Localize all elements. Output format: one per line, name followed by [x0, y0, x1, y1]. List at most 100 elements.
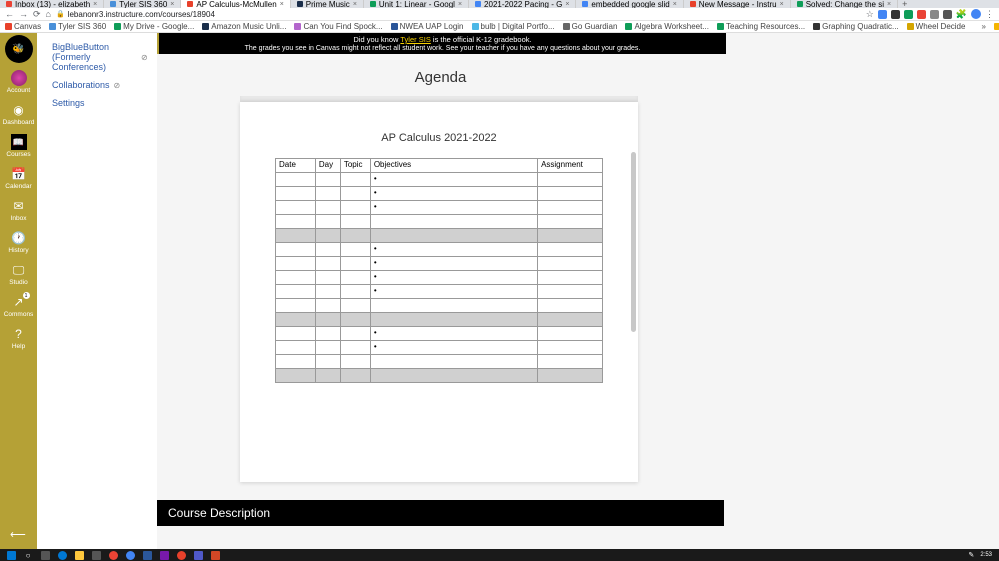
- ext-icon[interactable]: [904, 10, 913, 19]
- header-assignment: Assignment: [538, 159, 603, 173]
- nav-inbox[interactable]: ✉ Inbox: [0, 194, 37, 226]
- nav-calendar[interactable]: 📅 Calendar: [0, 162, 37, 194]
- close-icon[interactable]: ×: [280, 1, 284, 8]
- tyler-sis-link[interactable]: Tyler SIS: [400, 35, 430, 44]
- tab-prime[interactable]: Prime Music×: [291, 0, 364, 8]
- url-text: lebanonr3.instructure.com/courses/18904: [68, 10, 215, 19]
- bookmarks-overflow[interactable]: »: [981, 22, 985, 31]
- profile-avatar[interactable]: [971, 9, 981, 19]
- nav-settings[interactable]: Settings: [52, 94, 157, 112]
- bookmark-drive[interactable]: My Drive - Google...: [114, 22, 194, 31]
- store-icon[interactable]: [88, 550, 104, 560]
- algebra-icon: [625, 23, 632, 30]
- nav-courses[interactable]: 📖 Courses: [0, 130, 37, 162]
- taskview-button[interactable]: [37, 550, 53, 560]
- banner-line2: The grades you see in Canvas might not r…: [159, 45, 726, 52]
- bookmark-spock[interactable]: Can You Find Spock...: [294, 22, 382, 31]
- powerpoint-icon[interactable]: [207, 550, 223, 560]
- nav-bigbluebutton[interactable]: BigBlueButton (Formerly Conferences) ⊘: [52, 38, 157, 76]
- content-area: Did you know Tyler SIS is the official K…: [157, 33, 999, 549]
- bookmark-algebra[interactable]: Algebra Worksheet...: [625, 22, 709, 31]
- table-row: •: [276, 257, 603, 271]
- course-nav: BigBlueButton (Formerly Conferences) ⊘ C…: [37, 33, 157, 549]
- bookmark-amazon[interactable]: Amazon Music Unli...: [202, 22, 286, 31]
- collapse-nav-button[interactable]: ⟵: [10, 528, 26, 541]
- close-icon[interactable]: ×: [565, 1, 569, 8]
- forward-button[interactable]: →: [19, 9, 28, 19]
- bookmark-teaching[interactable]: Teaching Resources...: [717, 22, 805, 31]
- start-button[interactable]: [3, 550, 19, 560]
- new-tab-button[interactable]: +: [898, 0, 911, 8]
- lock-icon: 🔒: [56, 10, 65, 18]
- close-icon[interactable]: ×: [170, 1, 174, 8]
- home-button[interactable]: ⌂: [46, 9, 51, 19]
- extensions-icon[interactable]: 🧩: [956, 9, 967, 20]
- ext-icon[interactable]: [930, 10, 939, 19]
- bookmark-graphing[interactable]: Graphing Quadratic...: [813, 22, 898, 31]
- ext-icon[interactable]: [878, 10, 887, 19]
- address-bar[interactable]: 🔒 lebanonr3.instructure.com/courses/1890…: [56, 10, 861, 19]
- search-button[interactable]: ○: [20, 550, 36, 560]
- nav-collaborations[interactable]: Collaborations ⊘: [52, 76, 157, 94]
- onenote-icon[interactable]: [156, 550, 172, 560]
- close-icon[interactable]: ×: [887, 1, 891, 8]
- star-icon[interactable]: ☆: [866, 9, 874, 20]
- solved-icon: [797, 1, 803, 7]
- chrome-icon-2[interactable]: [122, 550, 138, 560]
- menu-icon[interactable]: ⋮: [985, 9, 994, 20]
- bookmark-wheel[interactable]: Wheel Decide: [907, 22, 966, 31]
- reload-button[interactable]: ⟳: [33, 9, 41, 20]
- browser-tab-strip: Inbox (13) - elizabeth× Tyler SIS 360× A…: [0, 0, 999, 8]
- clock[interactable]: 2:53: [980, 552, 996, 558]
- edge-icon[interactable]: [54, 550, 70, 560]
- nav-studio[interactable]: 🖵 Studio: [0, 258, 37, 290]
- ext-icon[interactable]: [917, 10, 926, 19]
- tab-embedded[interactable]: embedded google slid×: [576, 0, 683, 8]
- table-row: [276, 313, 603, 327]
- close-icon[interactable]: ×: [353, 1, 357, 8]
- bookmark-canvas[interactable]: Canvas: [5, 22, 41, 31]
- table-row: •: [276, 201, 603, 215]
- wheel-icon: [907, 23, 914, 30]
- teams-icon[interactable]: [190, 550, 206, 560]
- scrollbar[interactable]: [631, 152, 636, 332]
- close-icon[interactable]: ×: [673, 1, 677, 8]
- nav-dashboard[interactable]: ◉ Dashboard: [0, 98, 37, 130]
- nav-help[interactable]: ? Help: [0, 322, 37, 354]
- explorer-icon[interactable]: [71, 550, 87, 560]
- tab-canvas-active[interactable]: AP Calculus-McMullen×: [181, 0, 290, 8]
- other-bookmarks[interactable]: Other bookmarks: [994, 22, 999, 31]
- tab-solved[interactable]: Solved: Change the si×: [791, 0, 898, 8]
- tab-newmsg[interactable]: New Message - Instru×: [684, 0, 791, 8]
- teaching-icon: [717, 23, 724, 30]
- bookmark-tyler[interactable]: Tyler SIS 360: [49, 22, 106, 31]
- windows-taskbar: ○ ✎ 2:53: [0, 549, 999, 561]
- school-logo[interactable]: 🐝: [5, 35, 33, 63]
- tab-inbox[interactable]: Inbox (13) - elizabeth×: [0, 0, 104, 8]
- ext-icon[interactable]: [943, 10, 952, 19]
- table-row: •: [276, 285, 603, 299]
- close-icon[interactable]: ×: [458, 1, 462, 8]
- table-header-row: Date Day Topic Objectives Assignment: [276, 159, 603, 173]
- bookmark-bulb[interactable]: bulb | Digital Portfo...: [472, 22, 555, 31]
- tab-pacing[interactable]: 2021-2022 Pacing - G×: [469, 0, 576, 8]
- bookmark-guardian[interactable]: Go Guardian: [563, 22, 618, 31]
- app-icon[interactable]: [173, 550, 189, 560]
- bookmark-nwea[interactable]: NWEA UAP Login: [391, 22, 464, 31]
- ext-icon[interactable]: [891, 10, 900, 19]
- nav-commons[interactable]: ↗1 Commons: [0, 290, 37, 322]
- tray-pen-icon[interactable]: ✎: [963, 550, 979, 560]
- word-icon[interactable]: [139, 550, 155, 560]
- google-icon: [582, 1, 588, 7]
- nav-history[interactable]: 🕐 History: [0, 226, 37, 258]
- tab-tyler[interactable]: Tyler SIS 360×: [104, 0, 181, 8]
- chrome-icon[interactable]: [105, 550, 121, 560]
- back-button[interactable]: ←: [5, 9, 14, 19]
- close-icon[interactable]: ×: [780, 1, 784, 8]
- tab-unit1[interactable]: Unit 1: Linear - Googl×: [364, 0, 469, 8]
- nav-account[interactable]: Account: [0, 66, 37, 98]
- close-icon[interactable]: ×: [93, 1, 97, 8]
- header-date: Date: [276, 159, 316, 173]
- embedded-document[interactable]: AP Calculus 2021-2022 Date Day Topic Obj…: [240, 102, 638, 482]
- table-row: •: [276, 341, 603, 355]
